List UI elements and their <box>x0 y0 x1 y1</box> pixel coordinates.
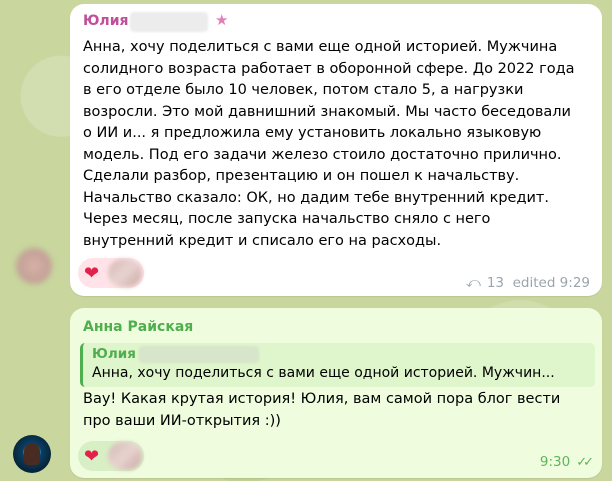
sender-name[interactable]: Юлия <box>83 13 129 29</box>
message-bubble-incoming[interactable]: Юлия ★ Анна, хочу поделиться с вами еще … <box>70 4 602 296</box>
edited-status: edited 9:29 <box>512 275 590 291</box>
heart-icon: ❤ <box>84 263 100 284</box>
redacted-surname <box>139 346 259 363</box>
redacted-surname <box>130 12 208 32</box>
star-icon: ★ <box>215 11 229 29</box>
heart-reaction[interactable]: ❤ <box>78 258 144 288</box>
double-check-icon: ✓✓ <box>576 455 594 470</box>
heart-reaction[interactable]: ❤ <box>78 441 144 471</box>
sender2-avatar[interactable] <box>13 435 51 473</box>
reactor-avatar <box>108 259 142 287</box>
message-bubble-outgoing[interactable]: Анна Райская Юлия Анна, хочу поделиться … <box>70 308 602 478</box>
sender-name[interactable]: Анна Райская <box>83 319 193 335</box>
heart-icon: ❤ <box>84 446 100 467</box>
message-text: Анна, хочу поделиться с вами еще одной и… <box>83 39 575 249</box>
reply-quote[interactable]: Юлия Анна, хочу поделиться с вами еще од… <box>80 343 595 387</box>
message-meta: 9:30 ✓✓ <box>539 454 594 470</box>
sender1-avatar-blurred[interactable] <box>16 248 52 284</box>
reactor-avatar <box>108 442 142 470</box>
message-time: 9:30 <box>539 454 571 470</box>
message-meta: ⤺ 13 edited 9:29 <box>466 275 590 291</box>
quote-sender: Юлия <box>92 346 136 362</box>
reply-share-icon: ⤺ <box>465 275 481 291</box>
message-text: Вау! Какая крутая история! Юлия, вам сам… <box>83 391 561 429</box>
forward-count: 13 <box>486 275 504 291</box>
quote-text: Анна, хочу поделиться с вами еще одной и… <box>92 365 555 381</box>
